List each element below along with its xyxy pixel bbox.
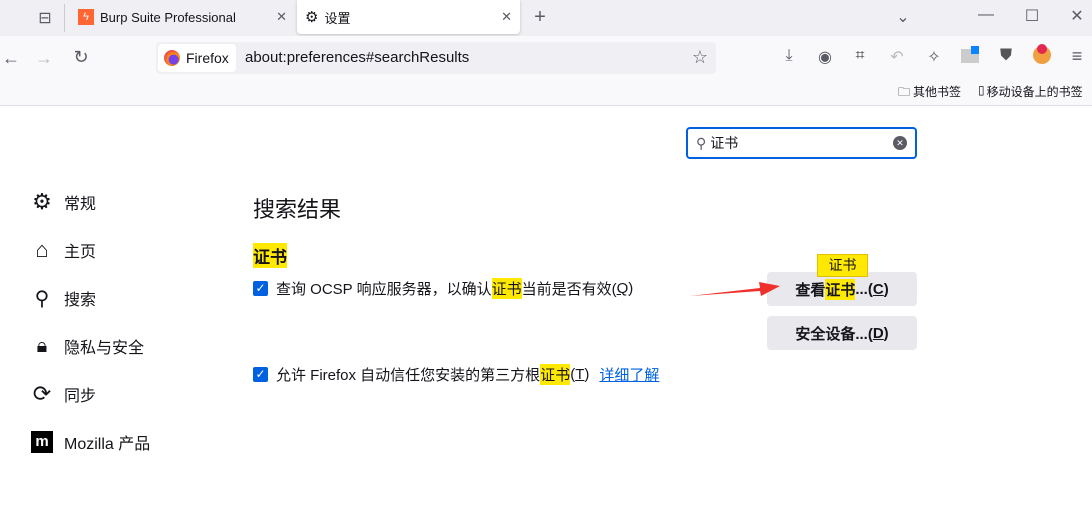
section-title: 证书 — [253, 243, 287, 268]
access-key: T — [575, 366, 585, 383]
label-text: 查询 OCSP 响应服务器，以确认 — [276, 281, 492, 298]
identity-box[interactable]: Firefox — [158, 44, 236, 72]
close-window-icon[interactable]: ✕ — [1066, 6, 1088, 26]
tab-settings[interactable]: ⚙ 设置 ✕ — [297, 0, 520, 34]
extensions-icon[interactable]: ✧ — [923, 47, 945, 67]
highlight: 证书 — [540, 364, 571, 385]
gear-icon: ⚙ — [305, 9, 319, 26]
extension-icon[interactable] — [961, 46, 979, 63]
url-text[interactable]: about:preferences#searchResults — [245, 49, 469, 66]
access-key: D — [872, 324, 884, 342]
sidebar-item-search[interactable]: ⚲ 搜索 — [30, 286, 96, 310]
sidebar-item-mozilla[interactable]: m Mozilla 产品 — [30, 430, 150, 454]
mozilla-icon: m — [30, 430, 54, 454]
home-icon: ⌂ — [35, 237, 49, 262]
sidebar-item-label: Mozilla 产品 — [64, 436, 151, 453]
highlight: 证书 — [825, 278, 856, 300]
sidebar-item-label: 搜索 — [64, 292, 97, 309]
label-text: 允许 Firefox 自动信任您安装的第三方根 — [276, 367, 541, 384]
label-text: ) — [584, 366, 590, 383]
star-icon[interactable]: ☆ — [689, 47, 711, 68]
sidebar-item-privacy[interactable]: 🔒︎ 隐私与安全 — [30, 334, 144, 358]
sidebar-item-general[interactable]: ⚙ 常规 — [30, 189, 97, 214]
button-text: ) — [883, 324, 889, 342]
highlight: 证书 — [491, 278, 522, 299]
chevron-down-icon[interactable]: ⌄ — [892, 7, 914, 27]
close-icon[interactable]: ✕ — [501, 9, 512, 25]
folder-icon: 🗀 — [898, 85, 911, 99]
button-text: ) — [883, 280, 889, 298]
arrow-shape — [690, 282, 780, 296]
menu-icon[interactable]: ≡ — [1066, 46, 1088, 67]
bookmark-mobile[interactable]: ▯ 移动设备上的书签 — [978, 83, 1083, 100]
gear-icon: ⚙ — [32, 189, 52, 214]
search-input[interactable]: ⚲ 证书 ✕ — [686, 127, 917, 159]
label-text: ) — [628, 280, 634, 297]
back-icon[interactable]: ← — [0, 48, 22, 69]
close-icon[interactable]: ✕ — [276, 9, 287, 25]
minimize-icon[interactable]: — — [975, 6, 997, 24]
crop-icon[interactable]: ⌗ — [849, 47, 871, 65]
checkbox-thirdparty[interactable]: ✓ — [253, 367, 268, 382]
button-text: 安全设备...( — [795, 325, 873, 343]
checkbox-ocsp[interactable]: ✓ — [253, 281, 268, 296]
ocsp-checkbox-row[interactable]: ✓ 查询 OCSP 响应服务器，以确认 证书 当前是否有效(Q) — [253, 278, 633, 299]
search-value: 证书 — [710, 135, 739, 151]
security-devices-button[interactable]: 安全设备...(D) — [767, 316, 917, 350]
ublock-icon[interactable]: ⛊ — [995, 47, 1017, 65]
sidebar-item-label: 常规 — [64, 196, 97, 213]
bookmark-label: 其他书签 — [913, 85, 962, 99]
sync-icon: ⟳ — [32, 381, 52, 406]
search-icon: ⚲ — [34, 287, 50, 310]
button-text: 查看 — [795, 281, 826, 299]
undo-icon[interactable]: ↶ — [886, 47, 908, 67]
bookmark-label: 移动设备上的书签 — [986, 85, 1083, 99]
sidebar-item-label: 主页 — [64, 244, 97, 261]
clear-icon[interactable]: ✕ — [893, 136, 907, 150]
sidebar-item-home[interactable]: ⌂ 主页 — [30, 237, 97, 262]
new-tab-icon[interactable]: + — [529, 6, 551, 29]
reload-icon[interactable]: ↻ — [70, 47, 92, 68]
divider — [64, 4, 65, 32]
account-icon[interactable]: ◉ — [814, 47, 836, 67]
firefox-icon — [164, 50, 180, 66]
identity-label: Firefox — [186, 50, 229, 66]
lock-icon: 🔒︎ — [36, 334, 48, 357]
addon-icon[interactable] — [1033, 44, 1051, 64]
search-tooltip: 证书 — [817, 254, 868, 277]
thirdparty-checkbox-row[interactable]: ✓ 允许 Firefox 自动信任您安装的第三方根 证书(T) 详细了解 — [253, 364, 659, 385]
sidebar-item-label: 隐私与安全 — [64, 340, 145, 357]
page-title: 搜索结果 — [253, 197, 342, 222]
access-key: Q — [616, 280, 629, 297]
red-arrow-annotation — [690, 282, 780, 296]
tab-title: Burp Suite Professional — [100, 9, 236, 25]
sidebar-item-label: 同步 — [64, 388, 97, 405]
burp-icon: ϟ — [78, 9, 94, 25]
forward-icon[interactable]: → — [33, 48, 55, 69]
tab-groups-icon[interactable]: ⊟ — [34, 8, 56, 28]
bookmark-other[interactable]: 🗀 其他书签 — [898, 83, 961, 104]
view-certificates-button[interactable]: 查看 证书 ...(C) — [767, 272, 917, 306]
search-icon: ⚲ — [696, 134, 707, 151]
download-icon[interactable]: ⤓ — [778, 47, 800, 65]
maximize-icon[interactable]: ☐ — [1021, 6, 1043, 26]
learn-more-link[interactable]: 详细了解 — [599, 364, 659, 385]
mobile-icon: ▯ — [978, 83, 985, 97]
sidebar-item-sync[interactable]: ⟳ 同步 — [30, 381, 97, 406]
button-text: ...( — [855, 280, 873, 298]
tab-bar: ⊟ ϟ Burp Suite Professional ✕ ⚙ 设置 ✕ + ⌄… — [0, 0, 1092, 36]
tab-title: 设置 — [324, 10, 351, 26]
access-key: C — [872, 280, 884, 298]
tab-burp[interactable]: ϟ Burp Suite Professional ✕ — [70, 0, 295, 34]
bookmarks-bar: 🗀 其他书签 ▯ 移动设备上的书签 — [0, 80, 1092, 106]
label-text: 当前是否有效( — [521, 281, 617, 298]
